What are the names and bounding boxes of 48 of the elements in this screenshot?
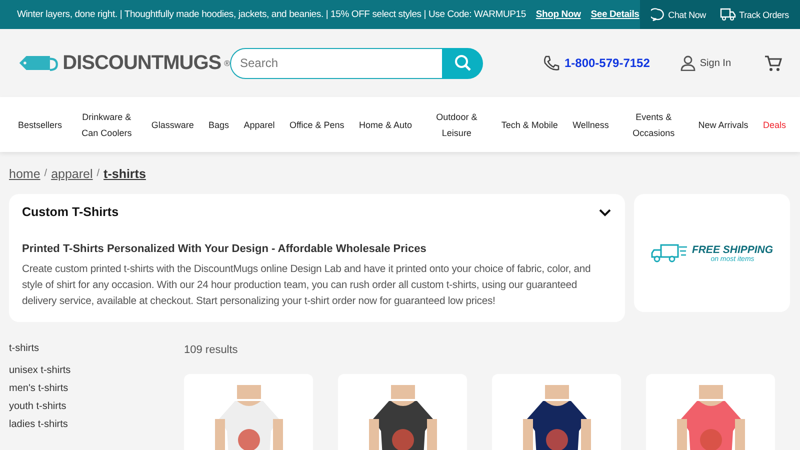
truck-icon[interactable] <box>720 8 736 21</box>
product-card[interactable] <box>492 374 621 450</box>
search-icon <box>454 54 472 72</box>
nav-link[interactable]: Glassware <box>151 116 194 132</box>
nav-link[interactable]: Deals <box>762 116 786 132</box>
nav-link[interactable]: Tech & Mobile <box>501 116 558 132</box>
breadcrumb-link[interactable]: home <box>9 166 40 180</box>
category-heading: t-shirts <box>9 343 39 354</box>
nav-link[interactable]: Home & Auto <box>358 116 412 132</box>
nav-link[interactable]: Bestsellers <box>18 116 62 132</box>
promo-message: Winter layers, done right. | Thoughtfully made hoodies, jackets, and beanies. | 15% OFF select styles | Use Code: WARMUP15 <box>17 9 526 20</box>
nav-link[interactable]: Events & Occasions <box>624 108 684 140</box>
truck-icon <box>650 243 689 263</box>
cart-icon[interactable] <box>764 54 782 72</box>
category-link[interactable]: ladies t-shirts <box>9 419 68 430</box>
search-field[interactable]: Search <box>230 48 442 78</box>
chat-link[interactable]: Chat Now <box>668 10 706 20</box>
nav-link[interactable]: Office & Pens <box>289 116 344 132</box>
category-link[interactable]: youth t-shirts <box>9 401 66 412</box>
track-orders-link[interactable]: Track Orders <box>739 10 789 20</box>
phone-icon <box>543 54 560 72</box>
nav-link[interactable]: Wellness <box>572 116 609 132</box>
breadcrumb-separator: / <box>96 168 100 179</box>
shipping-title: FREE SHIPPING <box>692 244 774 256</box>
search-button[interactable] <box>442 48 484 78</box>
user-icon[interactable] <box>680 55 696 71</box>
chat-icon[interactable] <box>651 8 666 22</box>
nav-link[interactable]: New Arrivals <box>698 116 748 132</box>
promo-link[interactable]: See Details <box>590 9 640 20</box>
logo-text[interactable]: DISCOUNTMUGS <box>62 52 222 74</box>
category-link[interactable]: unisex t-shirts <box>9 365 71 376</box>
nav-link[interactable]: Bags <box>208 116 230 132</box>
nav-link[interactable]: Outdoor & Leisure <box>426 108 487 140</box>
product-card[interactable] <box>338 374 467 450</box>
sign-in-link[interactable]: Sign In <box>700 58 732 68</box>
card-title: Custom T-Shirts <box>22 205 119 219</box>
breadcrumb-link[interactable]: apparel <box>51 166 93 180</box>
category-link[interactable]: men's t-shirts <box>9 383 68 394</box>
card-description: Create custom printed t-shirts with the DiscountMugs online Design Lab and have it printed onto your choice of fabric, color, and style of shirt for any occasion. With our 24 hour production team, you can rush order all custom t-shirts, using our guaranteed delivery service, available at checkout. Start personalizing your t-shirt order now for guaranteed low prices! <box>22 263 592 309</box>
results-count: 109 results <box>184 344 238 356</box>
breadcrumb-link[interactable]: t-shirts <box>104 166 146 180</box>
promo-link[interactable]: Shop Now <box>536 9 581 20</box>
phone-number[interactable]: 1-800-579-7152 <box>564 56 650 70</box>
nav-link[interactable]: Apparel <box>244 116 275 132</box>
registered-mark: ® <box>224 59 230 68</box>
card-subtitle: Printed T-Shirts Personalized With Your Design - Affordable Wholesale Prices <box>22 243 428 255</box>
nav-link[interactable]: Drinkware & Can Coolers <box>76 108 137 140</box>
breadcrumb-separator: / <box>44 168 48 179</box>
